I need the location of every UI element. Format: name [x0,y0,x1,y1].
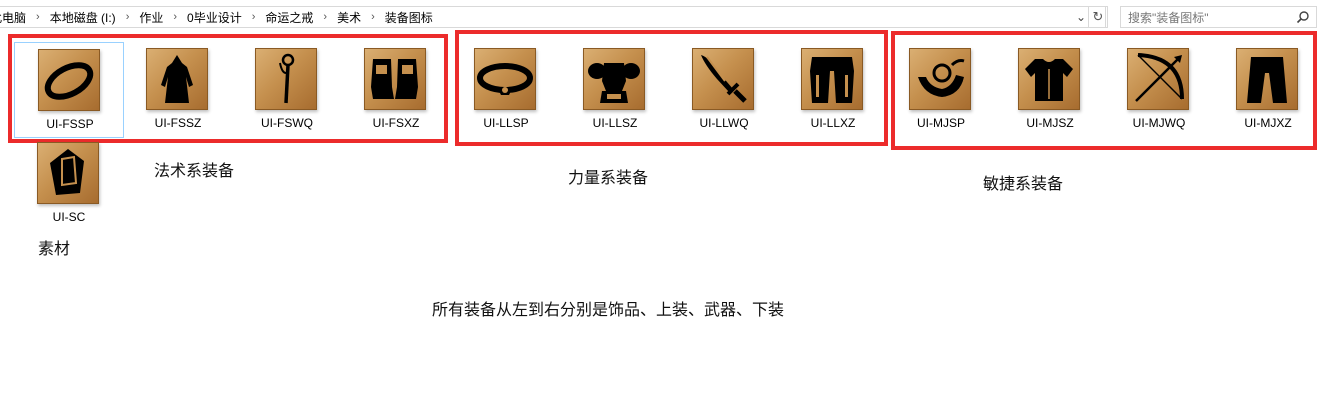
necklace-icon [918,59,965,97]
file-item[interactable]: UI-FSSP [14,42,124,138]
search-icon[interactable] [1296,10,1310,24]
item-label: UI-FSWQ [261,116,313,130]
item-label: UI-FSSZ [154,116,202,130]
greaves-icon [810,57,854,103]
bow-icon [1135,53,1184,102]
search-input[interactable]: 搜索"装备图标" [1120,6,1317,28]
file-item[interactable]: UI-MJSP [886,42,996,138]
ring-icon [44,62,94,100]
item-thumbnail [37,142,99,204]
item-thumbnail [255,48,317,110]
summary-note: 所有装备从左到右分别是饰品、上装、武器、下装 [432,302,785,319]
breadcrumb-ring-of-fate[interactable]: 命运之戒 [261,9,317,26]
file-item[interactable]: UI-SC [14,136,124,232]
file-item[interactable]: UI-MJWQ [1104,42,1214,138]
breadcrumb-equipment-icons[interactable]: 装备图标 [381,9,437,26]
item-label: UI-LLWQ [699,116,749,130]
chevron-right-icon[interactable]: › [167,11,183,23]
item-thumbnail [1127,48,1189,110]
item-thumbnail [692,48,754,110]
item-label: UI-MJXZ [1244,116,1292,130]
agility-caption: 敏捷系装备 [983,176,1064,193]
search-placeholder: 搜索"装备图标" [1128,10,1209,25]
item-label: UI-MJSP [917,116,965,130]
plate-armor-icon [588,63,640,103]
file-item[interactable]: UI-MJSZ [995,42,1105,138]
chevron-right-icon[interactable]: › [120,11,136,23]
chevron-down-icon[interactable]: ⌄ [1073,10,1089,24]
item-label: UI-LLSZ [592,116,638,130]
gem-icon [50,149,84,195]
sword-icon [701,55,747,103]
breadcrumb-this-pc[interactable]: 此电脑 [0,9,30,26]
item-thumbnail [364,48,426,110]
breadcrumb-art[interactable]: 美术 [333,9,365,26]
chevron-right-icon[interactable]: › [365,11,381,23]
item-thumbnail [583,48,645,110]
chevron-right-icon[interactable]: › [317,11,333,23]
item-thumbnail [1018,48,1080,110]
boots-icon [371,59,418,99]
item-label: UI-LLXZ [810,116,856,130]
file-item[interactable]: UI-FSSZ [123,42,233,138]
file-item[interactable]: UI-LLSZ [560,42,670,138]
item-label: UI-FSSP [46,117,94,131]
refresh-icon[interactable]: ↻ [1088,6,1108,28]
item-thumbnail [474,48,536,110]
vest-icon [1025,59,1073,101]
robe-icon [161,55,193,103]
file-item[interactable]: UI-LLWQ [669,42,779,138]
item-thumbnail [38,49,100,111]
breadcrumb-homework[interactable]: 作业 [135,9,167,26]
item-thumbnail [909,48,971,110]
file-item[interactable]: UI-MJXZ [1213,42,1317,138]
magic-caption: 法术系装备 [154,163,235,180]
material-caption: 素材 [38,241,71,258]
explorer-top-bar: 此电脑 › 本地磁盘 (I:) › 作业 › 0毕业设计 › 命运之戒 › 美术… [0,0,1317,34]
staff-icon [279,53,295,104]
item-thumbnail [146,48,208,110]
pants-icon [1247,57,1287,103]
file-item[interactable]: UI-LLXZ [778,42,888,138]
item-label: UI-SC [52,210,86,224]
file-item[interactable]: UI-LLSP [451,42,561,138]
breadcrumb-graduation-project[interactable]: 0毕业设计 [183,9,246,26]
item-label: UI-FSXZ [372,116,420,130]
file-item[interactable]: UI-FSXZ [341,42,451,138]
file-item[interactable]: UI-FSWQ [232,42,342,138]
strength-caption: 力量系装备 [568,170,649,187]
item-label: UI-LLSP [483,116,529,130]
item-label: UI-MJWQ [1132,116,1186,130]
breadcrumb-drive-i[interactable]: 本地磁盘 (I:) [46,9,120,26]
item-label: UI-MJSZ [1026,116,1074,130]
chevron-right-icon[interactable]: › [246,11,262,23]
item-thumbnail [1236,48,1298,110]
belt-icon [477,63,533,95]
address-bar[interactable]: 此电脑 › 本地磁盘 (I:) › 作业 › 0毕业设计 › 命运之戒 › 美术… [0,6,1106,28]
item-thumbnail [801,48,863,110]
chevron-right-icon[interactable]: › [30,11,46,23]
